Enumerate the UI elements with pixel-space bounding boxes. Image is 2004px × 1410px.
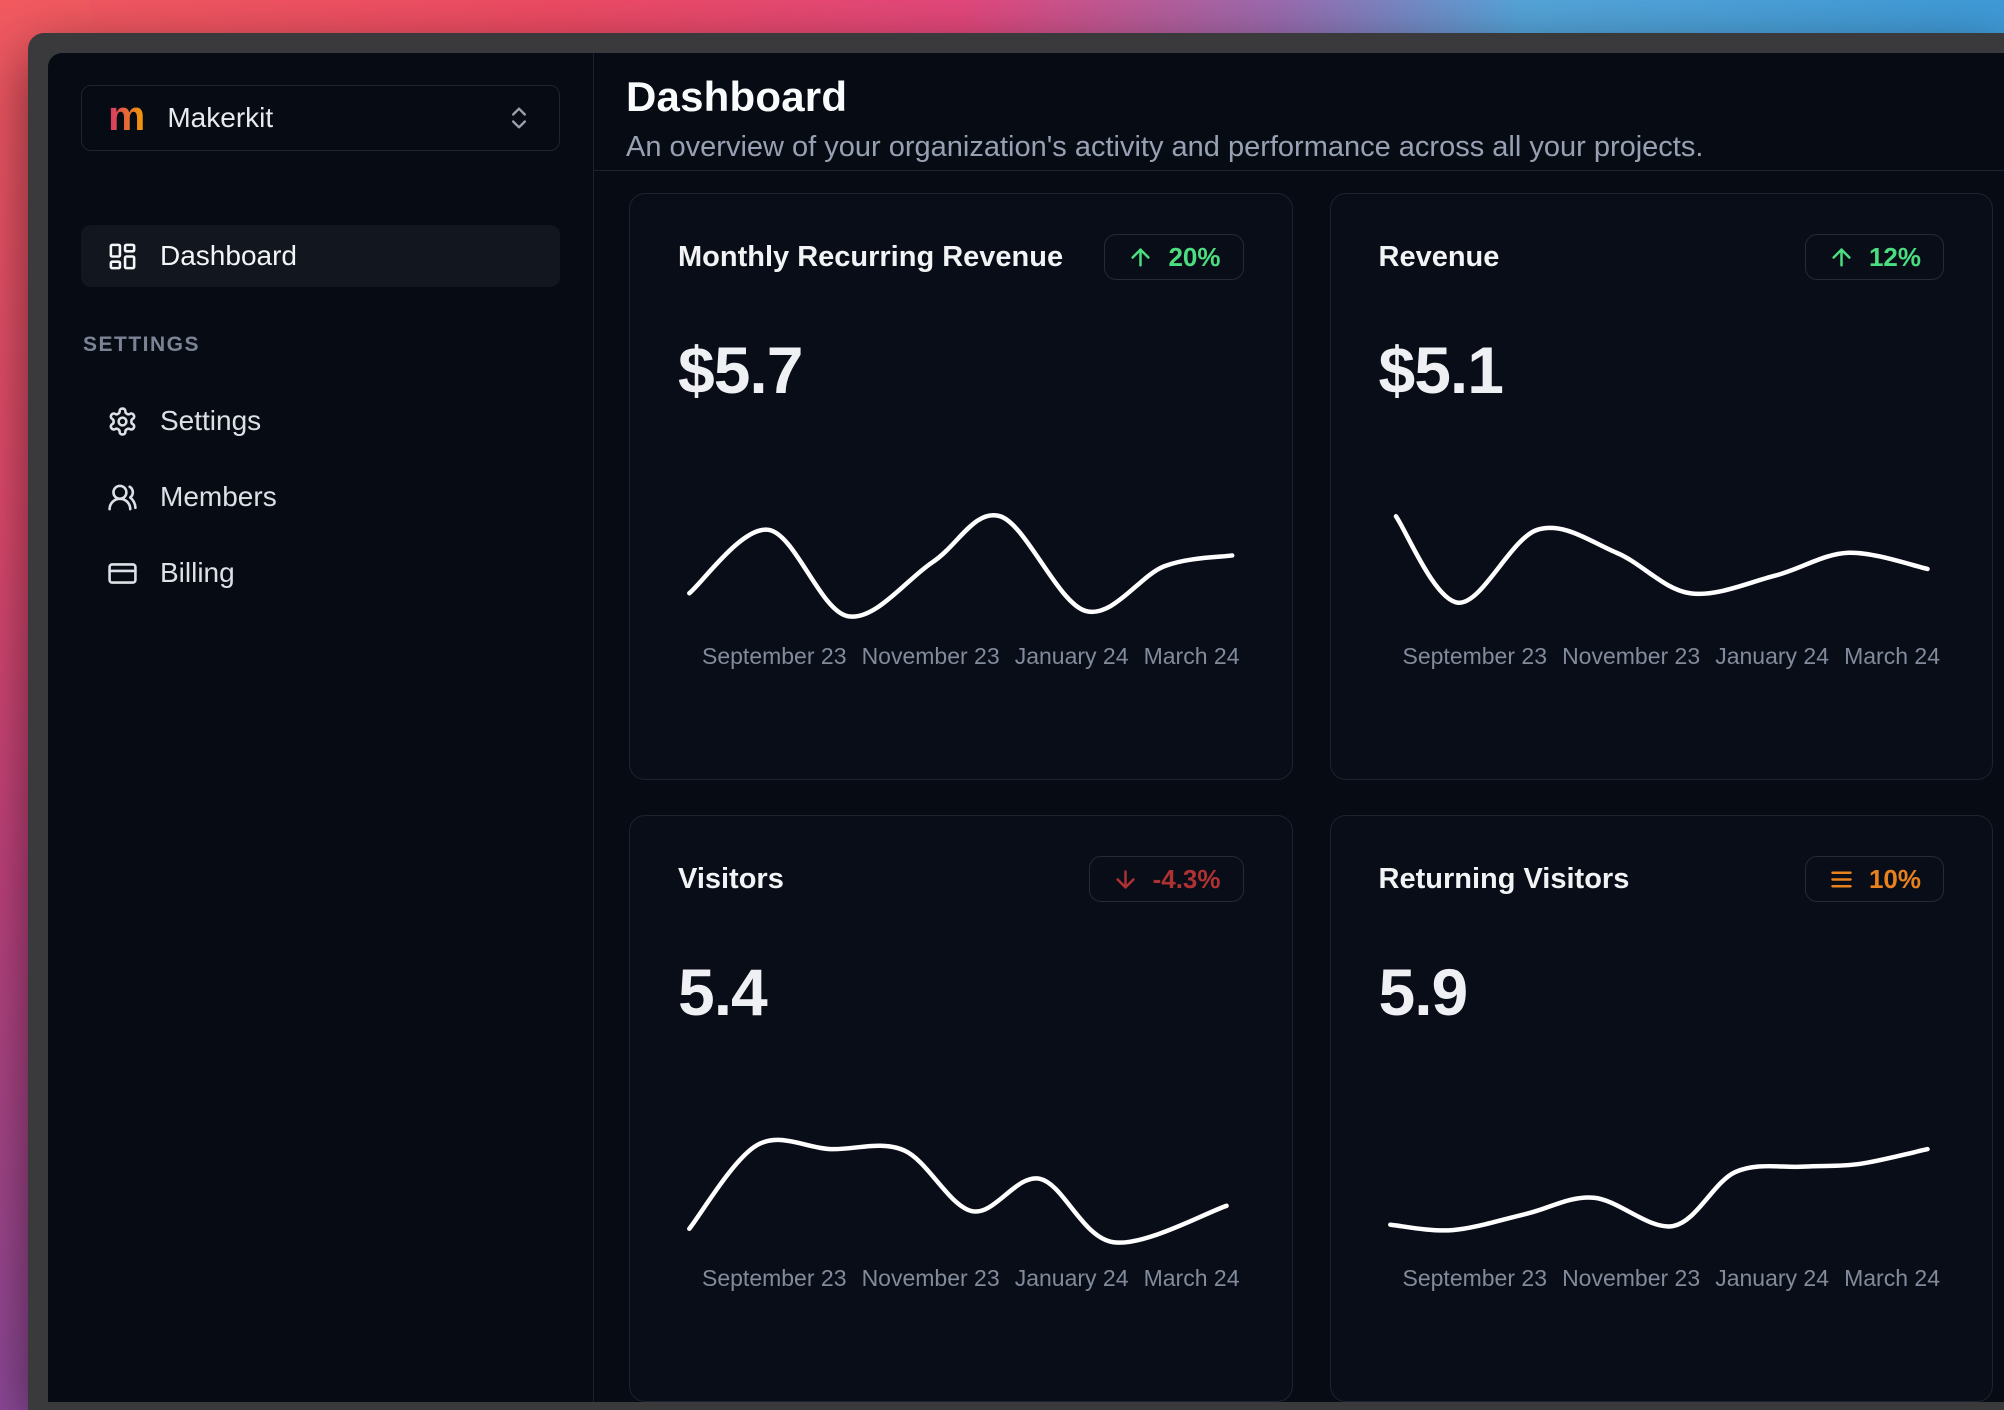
sidebar-item-label: Dashboard [160, 240, 297, 271]
layout-dashboard-icon [109, 243, 136, 269]
x-axis-label: September 23 [702, 1265, 847, 1291]
x-axis-label: March 24 [1143, 1265, 1240, 1291]
page-header: Dashboard An overview of your organizati… [594, 53, 2004, 171]
x-axis-label: March 24 [1143, 643, 1240, 669]
menu-icon [1831, 871, 1852, 887]
x-axis-label: September 23 [1402, 643, 1547, 669]
sidebar-item-settings[interactable]: Settings [81, 395, 560, 447]
sidebar-item-label: Settings [160, 405, 262, 436]
x-axis-label: March 24 [1844, 643, 1940, 669]
makerkit-logo: m [108, 92, 146, 139]
app-content: m Makerkit Dashboard SETTINGS Settings M… [48, 53, 2004, 1402]
app-window: m Makerkit Dashboard SETTINGS Settings M… [28, 33, 2004, 1410]
sidebar-item-dashboard[interactable]: Dashboard [81, 225, 560, 287]
line-chart [1379, 492, 1945, 627]
page-title: Dashboard [626, 73, 848, 120]
x-axis-labels: September 23 November 23 January 24 Marc… [1379, 1265, 1945, 1292]
x-axis-label: November 23 [861, 1265, 1000, 1291]
trend-value: 20% [1168, 241, 1221, 272]
x-axis-label: January 24 [1014, 643, 1129, 669]
card-title: Visitors [678, 862, 784, 895]
arrow-down-icon [1115, 869, 1135, 889]
main-area: Dashboard An overview of your organizati… [594, 53, 2004, 1402]
sidebar: m Makerkit Dashboard SETTINGS Settings M… [48, 53, 594, 1402]
metric-value: 5.4 [678, 955, 768, 1029]
line-chart [678, 492, 1244, 627]
arrow-up-icon [1131, 247, 1151, 267]
workspace-name: Makerkit [167, 102, 274, 133]
trend-value: -4.3% [1152, 863, 1221, 894]
chevrons-up-down-icon [511, 107, 526, 129]
x-axis-label: November 23 [1562, 1265, 1701, 1291]
x-axis-label: January 24 [1014, 1265, 1129, 1291]
sidebar-item-billing[interactable]: Billing [81, 547, 560, 599]
card-visitors: Visitors -4.3% 5.4 September 23 November… [629, 815, 1293, 1402]
trend-value: 12% [1868, 241, 1921, 272]
arrow-up-icon [1832, 247, 1851, 267]
sidebar-item-members[interactable]: Members [81, 471, 560, 523]
x-axis-label: November 23 [861, 643, 1000, 669]
card-revenue: Revenue 12% $5.1 September 23 November 2… [1329, 193, 1993, 780]
x-axis-labels: September 23 November 23 January 24 Marc… [1379, 643, 1945, 670]
card-title: Returning Visitors [1378, 862, 1630, 895]
trend-badge: 12% [1804, 234, 1944, 280]
workspace-selector[interactable]: m Makerkit [81, 85, 560, 151]
x-axis-labels: September 23 November 23 January 24 Marc… [678, 643, 1244, 670]
metric-value: 5.9 [1378, 955, 1469, 1029]
x-axis-label: January 24 [1715, 1265, 1830, 1291]
settings-nav: Settings Members Billing [81, 395, 560, 599]
trend-badge: 20% [1104, 234, 1244, 280]
sidebar-item-label: Members [160, 481, 277, 512]
main-nav: Dashboard [81, 225, 560, 287]
card-returning-visitors: Returning Visitors 10% 5.9 September 23 … [1329, 815, 1993, 1402]
trend-badge: -4.3% [1088, 856, 1244, 902]
sidebar-item-label: Billing [160, 557, 235, 588]
metric-value: $5.7 [678, 333, 803, 407]
metric-value: $5.1 [1378, 333, 1504, 407]
page-subtitle: An overview of your organization's activ… [626, 131, 1704, 163]
trend-badge: 10% [1804, 856, 1944, 902]
credit-card-icon [108, 562, 137, 584]
x-axis-label: November 23 [1562, 643, 1701, 669]
x-axis-label: September 23 [1402, 1265, 1547, 1291]
line-chart [678, 1114, 1244, 1249]
sidebar-section-label: SETTINGS [83, 333, 201, 356]
x-axis-labels: September 23 November 23 January 24 Marc… [678, 1265, 1244, 1292]
trend-value: 10% [1868, 863, 1921, 894]
x-axis-label: March 24 [1844, 1265, 1940, 1291]
line-chart [1379, 1114, 1945, 1249]
x-axis-label: September 23 [702, 643, 847, 669]
metric-cards-grid: Monthly Recurring Revenue 20% $5.7 Septe… [594, 171, 2004, 1402]
gear-icon [109, 406, 136, 436]
card-monthly-recurring-revenue: Monthly Recurring Revenue 20% $5.7 Septe… [629, 193, 1293, 780]
card-title: Monthly Recurring Revenue [678, 240, 1064, 273]
users-icon [108, 484, 137, 510]
x-axis-label: January 24 [1715, 643, 1830, 669]
card-title: Revenue [1378, 240, 1500, 273]
